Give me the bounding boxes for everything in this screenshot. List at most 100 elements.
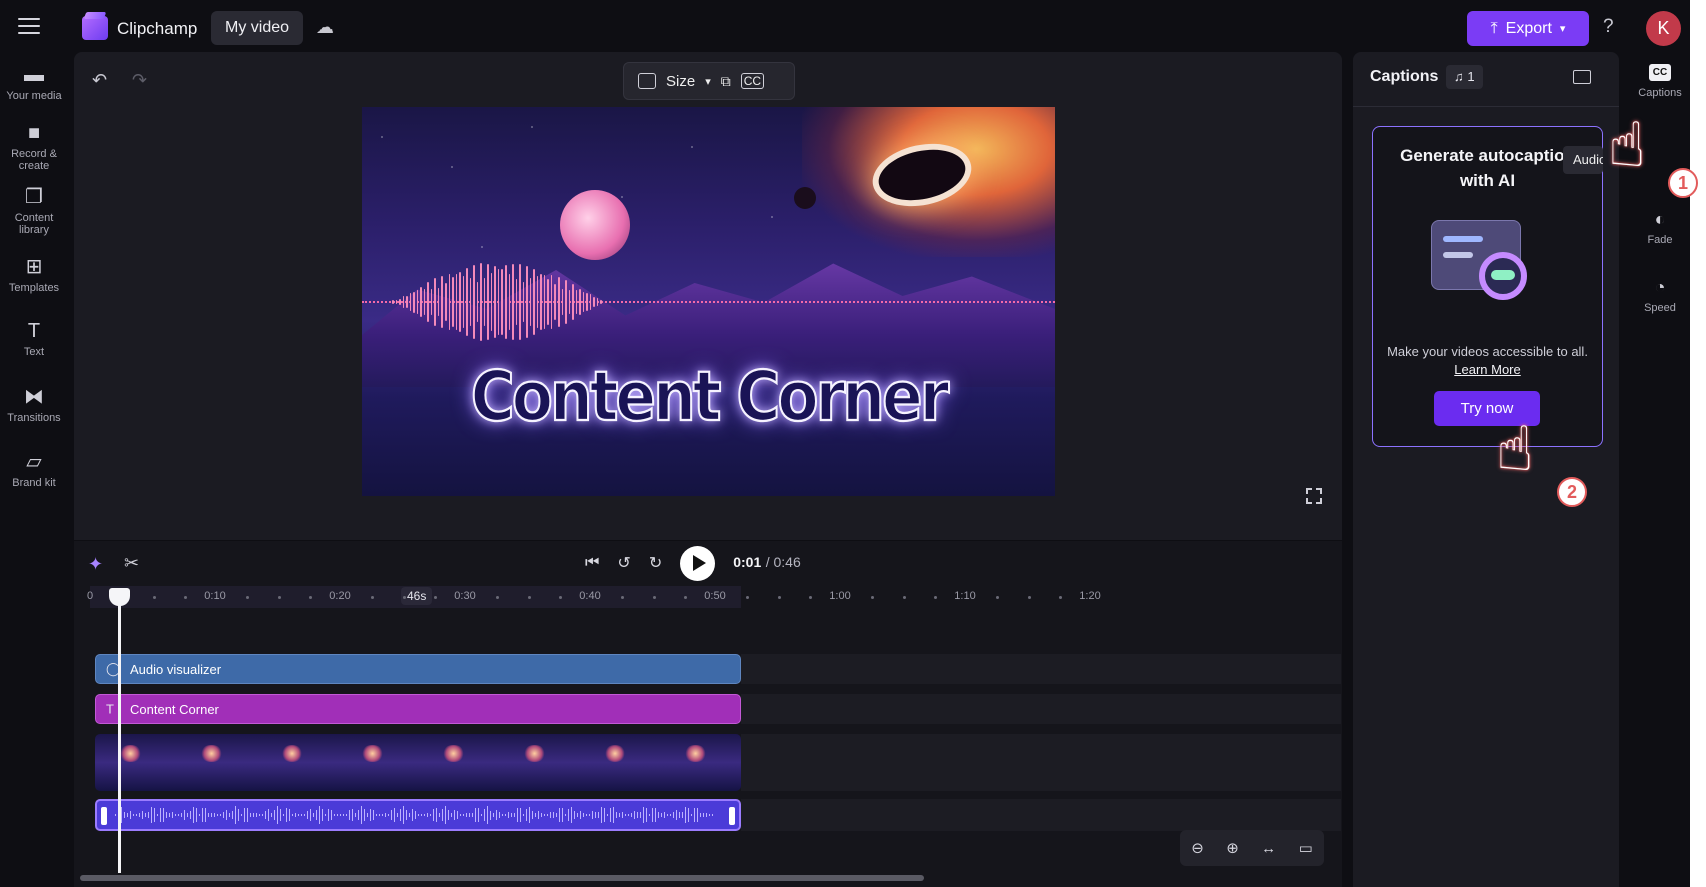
left-sidebar: ▬ Your media ■ Record & create ❐ Content… xyxy=(0,56,68,887)
hand-pointer-icon: ☝ xyxy=(1608,111,1646,180)
fullscreen-icon[interactable] xyxy=(1306,488,1322,504)
learn-more-link[interactable]: Learn More xyxy=(1372,362,1603,377)
zoom-out-icon[interactable]: ⊖ xyxy=(1191,839,1204,857)
zoom-controls: ⊖ ⊕ ↔ ▭ xyxy=(1180,830,1324,866)
ruler-dot xyxy=(183,596,187,599)
ruler-tick-label: 1:00 xyxy=(829,590,851,602)
sidebar-item-transitions[interactable]: ⧓ Transitions xyxy=(0,386,68,424)
ruler-dot xyxy=(871,596,875,599)
ruler-dot xyxy=(808,596,812,599)
redo-icon[interactable]: ↷ xyxy=(132,70,147,91)
zoom-in-icon[interactable]: ⊕ xyxy=(1226,839,1239,857)
background-remover-icon[interactable]: ⧉ xyxy=(721,73,731,90)
audio-visualizer-clip[interactable]: ◯ Audio visualizer xyxy=(95,654,741,684)
hamburger-menu-icon[interactable] xyxy=(18,18,40,36)
timeline-scrollbar[interactable] xyxy=(80,875,924,881)
track-lane xyxy=(741,654,1341,684)
ruler-dot xyxy=(433,596,437,599)
rail-item-captions[interactable]: CC Captions xyxy=(1626,64,1694,99)
ruler-dot xyxy=(1058,596,1062,599)
transitions-icon: ⧓ xyxy=(24,386,44,408)
ruler-tick-label: 0:30 xyxy=(454,590,476,602)
sidebar-item-brand-kit[interactable]: ▱ Brand kit xyxy=(0,451,68,489)
trim-handle-right[interactable] xyxy=(729,807,735,825)
ruler-dot xyxy=(683,596,687,599)
clipchamp-logo-icon xyxy=(82,16,108,40)
audio-visualizer-waveform xyxy=(392,257,602,347)
text-icon: T xyxy=(27,320,41,342)
video-preview[interactable]: Content Corner xyxy=(362,107,1055,496)
help-icon[interactable]: ? xyxy=(1603,16,1614,38)
fit-timeline-icon[interactable]: ↔ xyxy=(1261,840,1276,857)
magic-sparkle-icon[interactable]: ✦ xyxy=(88,554,103,575)
app-name: Clipchamp xyxy=(117,19,198,38)
divider xyxy=(1353,106,1619,107)
trim-handle-left[interactable] xyxy=(101,807,107,825)
forward-5-icon[interactable]: ↻ xyxy=(649,553,662,573)
ruler-tick-label: 0:40 xyxy=(579,590,601,602)
sidebar-item-templates[interactable]: ⊞ Templates xyxy=(0,256,68,294)
sidebar-item-label: Your media xyxy=(6,90,62,102)
track-lane xyxy=(741,734,1341,791)
cloud-sync-icon[interactable]: ☁ xyxy=(316,17,338,39)
track-lane xyxy=(741,694,1341,724)
ruler-dot xyxy=(996,596,1000,599)
sidebar-item-content-library[interactable]: ❐ Content library xyxy=(0,186,68,236)
audio-tooltip: Audio xyxy=(1563,146,1603,174)
rail-item-fade[interactable]: ◐ Fade xyxy=(1626,208,1694,246)
export-button[interactable]: ⤒ Export ▾ xyxy=(1467,11,1589,46)
upload-icon: ⤒ xyxy=(1490,19,1498,37)
ruler-dot xyxy=(277,596,281,599)
playhead[interactable] xyxy=(109,588,130,873)
rewind-5-icon[interactable]: ↺ xyxy=(617,553,630,573)
timeline-ruler[interactable]: 46s 0 0:10 0:20 0:30 0:40 0:50 1:00 1:10 1:20 xyxy=(87,586,1320,608)
current-time: 0:01 xyxy=(733,554,762,570)
content-library-icon: ❐ xyxy=(25,186,43,208)
ruler-dot xyxy=(558,596,562,599)
rail-item-speed[interactable]: ◔ Speed xyxy=(1626,276,1694,314)
scissors-icon[interactable]: ✂ xyxy=(124,553,139,574)
track-lane xyxy=(741,799,1341,831)
resize-icon xyxy=(638,73,656,89)
undo-icon[interactable]: ↶ xyxy=(92,70,107,91)
templates-icon: ⊞ xyxy=(25,256,43,278)
duration-marker: 46s xyxy=(401,587,433,605)
captions-toggle-icon[interactable]: CC xyxy=(740,73,765,89)
timeline-layout-icon[interactable]: ▭ xyxy=(1299,839,1313,857)
audio-clip[interactable] xyxy=(95,799,741,831)
sidebar-item-label: Brand kit xyxy=(12,477,56,489)
moon xyxy=(794,187,816,209)
play-button[interactable] xyxy=(680,545,716,581)
step-badge: 1 xyxy=(1668,168,1698,198)
ruler-dot xyxy=(933,596,937,599)
video-thumbnail xyxy=(175,734,257,791)
ruler-dot xyxy=(1027,596,1031,599)
ruler-tick-label: 1:10 xyxy=(954,590,976,602)
sidebar-item-your-media[interactable]: ▬ Your media xyxy=(0,64,68,102)
music-note-icon: ♫ xyxy=(1454,69,1464,84)
skip-back-icon[interactable]: ⏮ xyxy=(585,554,599,572)
sidebar-item-record-create[interactable]: ■ Record & create xyxy=(0,122,68,172)
audio-waveform xyxy=(115,805,721,825)
ruler-dot xyxy=(402,596,406,599)
sidebar-item-label: Templates xyxy=(8,282,60,294)
text-icon: T xyxy=(106,701,114,717)
camera-icon: ■ xyxy=(27,122,41,144)
text-clip[interactable]: T Content Corner xyxy=(95,694,741,724)
sidebar-item-text[interactable]: T Text xyxy=(0,320,68,358)
chevron-down-icon: ▾ xyxy=(1559,23,1566,35)
size-button[interactable]: Size xyxy=(666,73,695,90)
video-title-overlay[interactable]: Content Corner xyxy=(362,356,1055,439)
video-thumbnail xyxy=(337,734,418,791)
collapse-panel-icon[interactable] xyxy=(1573,70,1591,84)
ruler-dot xyxy=(308,596,312,599)
video-clip[interactable] xyxy=(95,734,741,791)
captions-title: Captions xyxy=(1370,68,1439,85)
rail-item-label: Fade xyxy=(1647,234,1673,246)
video-thumbnail xyxy=(95,734,176,791)
track-count: 1 xyxy=(1467,69,1475,84)
video-name-tab[interactable]: My video xyxy=(211,11,304,45)
hand-pointer-icon: ☝ xyxy=(1496,415,1534,484)
video-thumbnail xyxy=(498,734,580,791)
avatar[interactable]: K xyxy=(1646,11,1681,46)
